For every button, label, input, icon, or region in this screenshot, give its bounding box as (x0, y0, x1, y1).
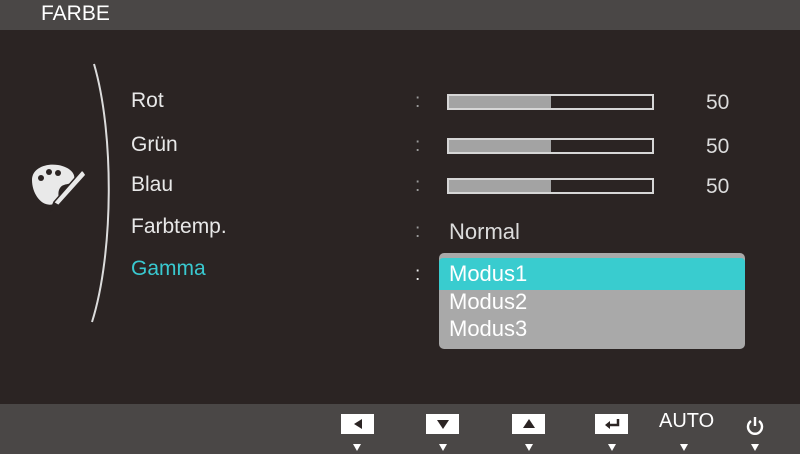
down-indicator-icon (608, 444, 616, 451)
blau-slider-fill (449, 180, 551, 192)
down-indicator-icon (439, 444, 447, 451)
left-arrow-icon (353, 419, 362, 429)
down-arrow-icon (436, 420, 449, 429)
enter-icon (604, 419, 619, 429)
gamma-option-modus3[interactable]: Modus3 (439, 313, 745, 345)
down-arrow-button[interactable] (426, 414, 459, 434)
blau-value: 50 (706, 175, 730, 198)
down-indicator-icon (751, 444, 759, 451)
rot-slider[interactable] (447, 94, 654, 110)
menu-item-gruen[interactable]: Grün (131, 133, 178, 157)
menu-title: FARBE (41, 2, 110, 25)
rot-slider-fill (449, 96, 551, 108)
separator: : (415, 135, 421, 156)
left-arrow-button[interactable] (341, 414, 374, 434)
up-arrow-icon (522, 419, 535, 428)
farbtemp-value: Normal (449, 219, 520, 244)
down-indicator-icon (353, 444, 361, 451)
separator: : (415, 264, 421, 285)
menu-item-farbtemp[interactable]: Farbtemp. (131, 215, 227, 239)
down-indicator-icon (525, 444, 533, 451)
separator: : (415, 221, 421, 242)
rot-value: 50 (706, 91, 730, 114)
menu-item-rot[interactable]: Rot (131, 89, 164, 113)
auto-button[interactable]: AUTO (659, 410, 714, 433)
gamma-dropdown[interactable]: Modus1 Modus2 Modus3 (439, 253, 745, 349)
menu-item-blau[interactable]: Blau (131, 173, 173, 197)
down-indicator-icon (680, 444, 688, 451)
gruen-slider[interactable] (447, 138, 654, 154)
enter-button[interactable] (595, 414, 628, 434)
separator: : (415, 175, 421, 196)
gruen-slider-fill (449, 140, 551, 152)
osd-header: FARBE (0, 0, 800, 30)
separator: : (415, 91, 421, 112)
menu-bracket (91, 63, 110, 323)
menu-item-gamma[interactable]: Gamma (131, 257, 206, 281)
power-icon[interactable] (745, 415, 765, 437)
palette-icon (32, 164, 87, 215)
gruen-value: 50 (706, 135, 730, 158)
blau-slider[interactable] (447, 178, 654, 194)
osd-footer: AUTO (0, 404, 800, 454)
up-arrow-button[interactable] (512, 414, 545, 434)
